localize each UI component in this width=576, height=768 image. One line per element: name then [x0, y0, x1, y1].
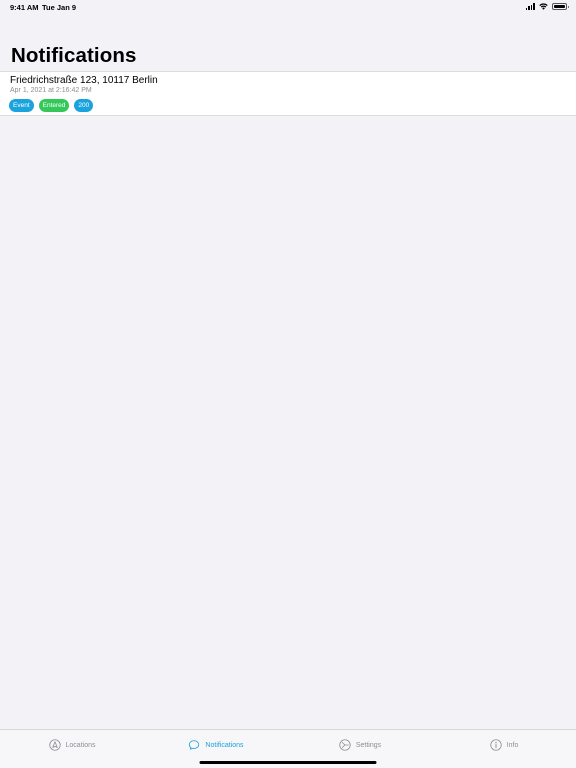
tab-info-label: Info: [506, 741, 519, 749]
tab-info[interactable]: Info: [432, 730, 576, 760]
event-badge: Event: [9, 99, 34, 112]
status-indicators: [525, 3, 569, 10]
cellular-signal-icon: [525, 3, 535, 10]
home-indicator: [199, 761, 377, 764]
status-code-badge: 200: [74, 99, 94, 112]
notification-badges: Event Entered 200: [9, 99, 94, 112]
page-title: Notifications: [11, 44, 137, 67]
notification-timestamp: Apr 1, 2021 at 2:16:42 PM: [10, 87, 92, 94]
notification-item[interactable]: Friedrichstraße 123, 10117 Berlin Apr 1,…: [0, 72, 576, 115]
entered-badge: Entered: [38, 99, 70, 112]
status-time: 9:41 AM: [10, 3, 39, 12]
notification-title: Friedrichstraße 123, 10117 Berlin: [10, 75, 158, 86]
tab-notifications[interactable]: Notifications: [144, 730, 288, 760]
location-arrow-icon: [48, 739, 61, 751]
status-date: Tue Jan 9: [42, 3, 77, 12]
status-bar: 9:41 AM Tue Jan 9: [0, 0, 576, 16]
tab-notifications-label: Notifications: [205, 741, 244, 749]
settings-dial-icon: [339, 739, 351, 751]
speech-bubble-icon: [189, 740, 200, 750]
tab-settings[interactable]: Settings: [288, 730, 432, 760]
tab-locations-label: Locations: [65, 741, 96, 749]
tab-locations[interactable]: Locations: [0, 730, 144, 760]
info-icon: [490, 739, 502, 751]
battery-icon: [552, 3, 569, 10]
tab-settings-label: Settings: [355, 741, 382, 749]
screen: 9:41 AM Tue Jan 9 Notifications Friedric…: [0, 0, 576, 768]
wifi-icon: [539, 3, 548, 10]
notification-list: Friedrichstraße 123, 10117 Berlin Apr 1,…: [0, 71, 576, 116]
